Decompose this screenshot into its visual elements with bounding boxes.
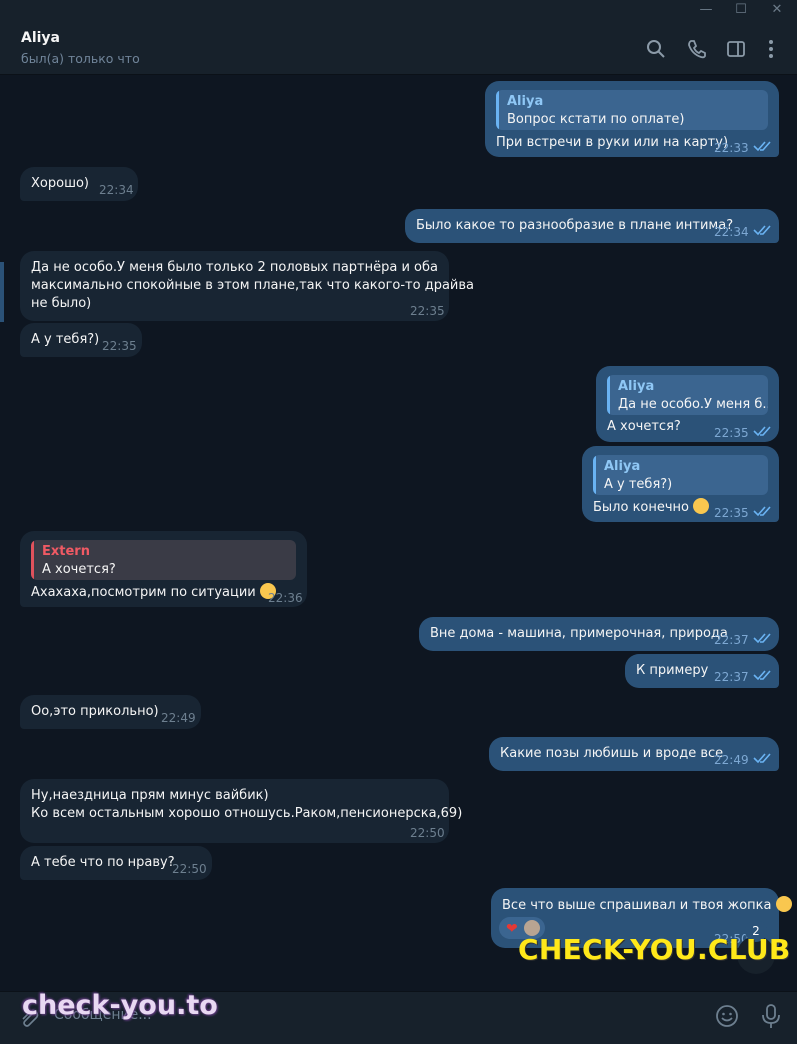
watermark-text: check-you.to — [22, 990, 218, 1021]
quote-text: А хочется? — [42, 562, 116, 577]
message-time: 22:35 — [714, 506, 749, 520]
read-checks-icon — [753, 633, 771, 644]
message-incoming[interactable]: Оо,это прикольно) 22:49 — [20, 695, 201, 729]
message-text-line: Ко всем остальным хорошо отношусь.Раком,… — [31, 806, 463, 821]
message-time: 22:50 — [410, 826, 445, 840]
reply-quote[interactable]: Aliya А у тебя?) — [593, 455, 768, 495]
message-time: 22:49 — [714, 753, 749, 767]
read-checks-icon — [753, 141, 771, 152]
message-incoming[interactable]: А у тебя?) 22:35 — [20, 323, 142, 357]
message-text-line: Ну,наездница прям минус вайбик) — [31, 788, 269, 803]
quote-text: Да не особо.У меня б... — [618, 397, 768, 412]
contact-status: был(а) только что — [21, 51, 140, 66]
message-outgoing[interactable]: Было какое то разнообразие в плане интим… — [405, 209, 779, 243]
message-text: Было какое то разнообразие в плане интим… — [416, 218, 734, 233]
quote-author: Aliya — [604, 459, 641, 474]
message-text: Вне дома - машина, примерочная, природа — [430, 626, 728, 641]
quote-text: А у тебя?) — [604, 477, 673, 492]
message-text: Все что выше спрашивал и твоя жопка — [502, 898, 772, 913]
emoji-icon[interactable] — [715, 1004, 739, 1028]
message-time: 22:35 — [102, 339, 137, 353]
message-text: Хорошо) — [31, 176, 89, 191]
quote-author: Aliya — [507, 94, 544, 109]
message-time: 22:36 — [268, 591, 303, 605]
phone-icon[interactable] — [686, 38, 708, 60]
message-outgoing[interactable]: Aliya Вопрос кстати по оплате) При встре… — [485, 81, 779, 157]
message-incoming[interactable]: Хорошо) 22:34 — [20, 167, 138, 201]
message-text: Оо,это прикольно) — [31, 704, 159, 719]
message-time: 22:50 — [172, 862, 207, 876]
quote-text: Вопрос кстати по оплате) — [507, 112, 685, 127]
reply-quote[interactable]: Extern А хочется? — [31, 540, 296, 580]
message-text: При встречи в руки или на карту) — [496, 135, 729, 150]
quote-author: Aliya — [618, 379, 655, 394]
read-checks-icon — [753, 225, 771, 236]
message-text: Было конечно — [593, 500, 690, 515]
message-time: 22:34 — [714, 225, 749, 239]
close-button[interactable]: ✕ — [759, 0, 795, 20]
message-outgoing[interactable]: Вне дома - машина, примерочная, природа … — [419, 617, 779, 651]
message-text-line: Да не особо.У меня было только 2 половых… — [31, 260, 438, 275]
message-text: Ахахаха,посмотрим по ситуации — [31, 585, 256, 600]
message-outgoing[interactable]: Aliya А у тебя?) Было конечно 22:35 — [582, 446, 779, 522]
message-time: 22:37 — [714, 633, 749, 647]
reply-quote[interactable]: Aliya Вопрос кстати по оплате) — [496, 90, 768, 130]
message-text: А у тебя?) — [31, 332, 100, 347]
message-outgoing[interactable]: Какие позы любишь и вроде все 22:49 — [489, 737, 779, 771]
message-time: 22:33 — [714, 141, 749, 155]
message-text: К примеру — [636, 663, 709, 678]
read-checks-icon — [753, 506, 771, 517]
sidebar-toggle-icon[interactable] — [725, 38, 747, 60]
reply-quote[interactable]: Aliya Да не особо.У меня б... — [607, 375, 768, 415]
maximize-button[interactable]: ☐ — [723, 0, 759, 20]
message-incoming[interactable]: Ну,наездница прям минус вайбик) Ко всем … — [20, 779, 462, 843]
message-text: А хочется? — [607, 419, 681, 434]
search-icon[interactable] — [645, 38, 667, 60]
smirk-emoji-icon — [775, 896, 792, 912]
watermark-logo: CHECK-YOU.CLUB — [518, 933, 791, 966]
message-incoming[interactable]: Extern А хочется? Ахахаха,посмотрим по с… — [20, 531, 307, 607]
heart-reaction-icon[interactable]: ❤ — [506, 920, 518, 938]
grin-sweat-emoji-icon — [693, 498, 710, 514]
selection-indicator — [0, 262, 4, 322]
chat-header: Aliya был(а) только что — [0, 22, 797, 75]
read-checks-icon — [753, 426, 771, 437]
message-time: 22:34 — [99, 183, 134, 197]
read-checks-icon — [753, 670, 771, 681]
read-checks-icon — [753, 753, 771, 764]
message-time: 22:35 — [410, 304, 445, 318]
message-outgoing[interactable]: Aliya Да не особо.У меня б... А хочется?… — [596, 366, 779, 442]
message-text: А тебе что по нраву? — [31, 855, 175, 870]
window-titlebar: — ☐ ✕ — [0, 0, 797, 22]
more-icon[interactable] — [760, 38, 782, 60]
minimize-button[interactable]: — — [688, 0, 724, 20]
contact-name[interactable]: Aliya — [21, 30, 60, 46]
message-time: 22:49 — [161, 711, 196, 725]
message-time: 22:35 — [714, 426, 749, 440]
message-text: Какие позы любишь и вроде все — [500, 746, 724, 761]
quote-author: Extern — [42, 544, 90, 559]
message-time: 22:37 — [714, 670, 749, 684]
message-incoming[interactable]: Да не особо.У меня было только 2 половых… — [20, 251, 474, 321]
microphone-icon[interactable] — [760, 1003, 782, 1029]
message-incoming[interactable]: А тебе что по нраву? 22:50 — [20, 846, 212, 880]
message-text-line: максимально спокойные в этом плане,так ч… — [31, 278, 475, 293]
message-outgoing[interactable]: К примеру 22:37 — [625, 654, 779, 688]
message-text-line: не было) — [31, 296, 92, 311]
